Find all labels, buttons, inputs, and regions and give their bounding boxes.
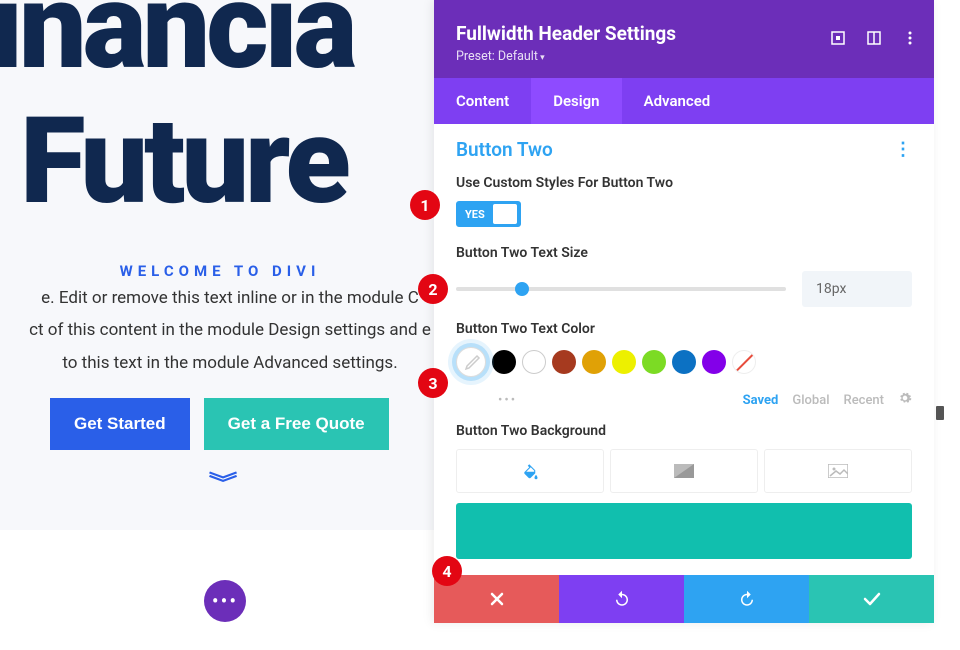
bg-tab-gradient[interactable]	[610, 449, 758, 493]
hero-title-line2: Future	[20, 105, 347, 219]
swatch-gold[interactable]	[582, 350, 606, 374]
close-icon	[490, 592, 504, 606]
swatch-yellow[interactable]	[612, 350, 636, 374]
swatch-none[interactable]	[732, 350, 756, 374]
swatch-black[interactable]	[492, 350, 516, 374]
palette-more-icon[interactable]: •••	[498, 393, 517, 408]
bg-label: Button Two Background	[456, 423, 912, 439]
text-size-input[interactable]: 18px	[802, 271, 912, 307]
bg-tab-color[interactable]	[456, 449, 604, 493]
toggle-label: YES	[465, 208, 485, 221]
hero-title-line1: inancia	[0, 0, 353, 84]
scrollbar-thumb[interactable]	[936, 406, 944, 420]
dots-icon: •••	[212, 589, 238, 613]
check-icon	[863, 592, 881, 606]
palette-saved-link[interactable]: Saved	[743, 393, 779, 408]
palette-gear-icon[interactable]	[898, 391, 912, 409]
expand-icon[interactable]	[830, 30, 846, 46]
text-size-slider[interactable]	[456, 287, 786, 291]
swatch-green[interactable]	[642, 350, 666, 374]
settings-panel: Fullwidth Header Settings Preset: Defaul…	[434, 0, 934, 623]
redo-icon	[738, 590, 756, 608]
tab-content[interactable]: Content	[434, 78, 531, 124]
undo-icon	[613, 590, 631, 608]
custom-styles-label: Use Custom Styles For Button Two	[456, 175, 912, 191]
paint-bucket-icon	[521, 462, 539, 480]
annotation-badge-1: 1	[410, 190, 440, 220]
get-started-button[interactable]: Get Started	[50, 398, 190, 450]
annotation-badge-3: 3	[418, 368, 448, 398]
redo-button[interactable]	[684, 575, 809, 623]
custom-styles-toggle[interactable]: YES	[456, 201, 521, 227]
image-icon	[828, 464, 848, 478]
page-settings-fab[interactable]: •••	[204, 580, 246, 622]
section-title[interactable]: Button Two	[456, 138, 553, 161]
swatch-brown[interactable]	[552, 350, 576, 374]
text-color-label: Button Two Text Color	[456, 321, 912, 337]
bg-color-preview[interactable]	[456, 503, 912, 559]
palette-recent-link[interactable]: Recent	[844, 393, 884, 408]
color-picker-icon[interactable]	[456, 347, 486, 377]
panel-header: Fullwidth Header Settings Preset: Defaul…	[434, 0, 934, 78]
slider-thumb[interactable]	[515, 282, 529, 296]
gradient-icon	[674, 464, 694, 478]
hero-welcome: Welcome to Divi	[0, 262, 440, 280]
tab-design[interactable]: Design	[531, 78, 621, 124]
kebab-menu-icon[interactable]	[902, 30, 918, 46]
responsive-icon[interactable]	[866, 30, 882, 46]
swatch-blue[interactable]	[672, 350, 696, 374]
tab-advanced[interactable]: Advanced	[622, 78, 733, 124]
toggle-knob	[493, 204, 517, 224]
hero-body-text[interactable]: e. Edit or remove this text inline or in…	[0, 282, 460, 379]
text-size-label: Button Two Text Size	[456, 245, 912, 261]
preset-selector[interactable]: Preset: Default	[456, 49, 912, 64]
annotation-badge-2: 2	[418, 274, 448, 304]
swatch-purple[interactable]	[702, 350, 726, 374]
section-kebab-icon[interactable]: ⋮	[894, 139, 912, 160]
annotation-badge-4: 4	[432, 556, 462, 586]
free-quote-button[interactable]: Get a Free Quote	[204, 398, 389, 450]
save-button[interactable]	[809, 575, 934, 623]
undo-button[interactable]	[559, 575, 684, 623]
scroll-down-icon[interactable]: ︾	[209, 466, 238, 498]
swatch-white[interactable]	[522, 350, 546, 374]
bg-tab-image[interactable]	[764, 449, 912, 493]
palette-global-link[interactable]: Global	[792, 393, 829, 408]
panel-tabs: Content Design Advanced	[434, 78, 934, 124]
